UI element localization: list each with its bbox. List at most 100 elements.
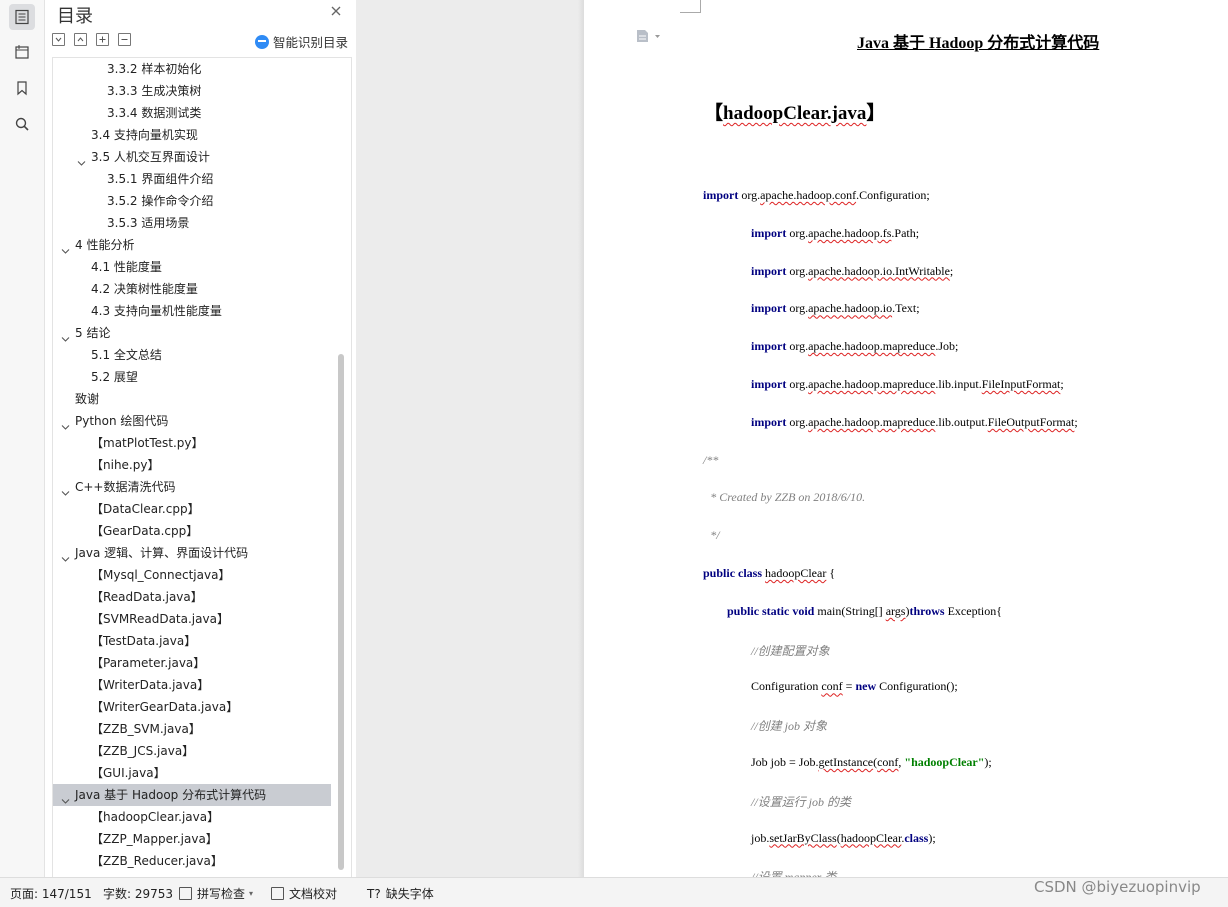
page-count[interactable]: 页面: 147/151 [10, 885, 92, 902]
toc-item-label: 3.4 支持向量机实现 [91, 128, 198, 142]
toc-item[interactable]: 4.3 支持向量机性能度量 [53, 300, 331, 322]
toc-item[interactable]: Python 绘图代码 [53, 410, 331, 432]
navigation-icon[interactable] [9, 39, 35, 65]
toc-item-label: 3.5 人机交互界面设计 [91, 150, 210, 164]
close-icon[interactable] [329, 3, 345, 19]
code-line: import org.apache.hadoop.fs.Path; [751, 226, 919, 241]
word-count[interactable]: 字数: 29753 [103, 885, 173, 902]
toc-item[interactable]: 【nihe.py】 [53, 454, 331, 476]
toc-item[interactable]: 【Parameter.java】 [53, 652, 331, 674]
toc-item[interactable]: 3.5.1 界面组件介绍 [53, 168, 331, 190]
toc-item[interactable]: 3.5 人机交互界面设计 [53, 146, 331, 168]
document-page: Java 基于 Hadoop 分布式计算代码 【hadoopClear.java… [584, 0, 1228, 877]
add-heading-icon[interactable] [96, 33, 109, 46]
toc-item[interactable]: 致谢 [53, 388, 331, 410]
spell-check-button[interactable]: 拼写检查 ▾ [179, 885, 253, 902]
collapse-all-icon[interactable] [74, 33, 87, 46]
toc-item[interactable]: 【ZZP_Mapper.java】 [53, 828, 331, 850]
toc-item[interactable]: Java 基于 Hadoop 分布式计算代码 [53, 784, 331, 806]
toc-item[interactable]: 【WriterGearData.java】 [53, 696, 331, 718]
toc-item[interactable]: C++数据清洗代码 [53, 476, 331, 498]
smart-toc-button[interactable]: 智能识别目录 [255, 32, 348, 51]
toc-scrollbar[interactable] [338, 354, 344, 870]
sidebar-rail [0, 0, 45, 877]
toc-item[interactable]: 【hadoopClear.java】 [53, 806, 331, 828]
code-token: new [855, 679, 877, 694]
code-token: ); [984, 755, 992, 769]
toc-item[interactable]: 4.2 决策树性能度量 [53, 278, 331, 300]
toc-item[interactable]: 【SVMReadData.java】 [53, 608, 331, 630]
code-token: "hadoopClear" [904, 755, 985, 769]
missing-font-icon: T? [367, 886, 381, 901]
code-token: org. [786, 301, 809, 316]
code-token: import [751, 301, 787, 316]
toc-item[interactable]: 【DataClear.cpp】 [53, 498, 331, 520]
document-icon[interactable] [636, 29, 662, 48]
chevron-down-icon[interactable] [61, 549, 70, 562]
toc-item-label: 3.3.4 数据测试类 [107, 106, 202, 120]
toc-item[interactable]: 3.5.2 操作命令介绍 [53, 190, 331, 212]
code-token: //创建 job 对象 [751, 719, 828, 734]
code-token: import [751, 225, 787, 240]
toc-item-label: 【ZZB_Reducer.java】 [91, 854, 223, 868]
chevron-down-icon[interactable] [61, 241, 70, 254]
toc-item-label: 3.3.2 样本初始化 [107, 62, 202, 76]
code-token: /** [703, 452, 719, 467]
toc-item[interactable]: 3.3.2 样本初始化 [53, 58, 331, 80]
code-token: conf [877, 755, 899, 769]
toc-item-label: 【ZZP_Mapper.java】 [91, 832, 218, 846]
chevron-down-icon[interactable] [61, 791, 70, 804]
file-heading-name: hadoopClear.java [723, 103, 867, 124]
toc-item[interactable]: 【matPlotTest.py】 [53, 432, 331, 454]
chevron-down-icon[interactable] [61, 417, 70, 430]
toc-item[interactable]: 【TestData.java】 [53, 630, 331, 652]
toc-item[interactable]: 【ZZB_SVM.java】 [53, 718, 331, 740]
chevron-down-icon[interactable] [61, 329, 70, 342]
code-token: { [826, 566, 836, 580]
code-token: .Job; [935, 339, 959, 354]
toc-item-label: 3.5.2 操作命令介绍 [107, 194, 214, 208]
toc-item-label: 致谢 [75, 392, 100, 406]
toc-item[interactable]: 3.3.4 数据测试类 [53, 102, 331, 124]
code-token: Configuration(); [876, 679, 958, 694]
toc-item[interactable]: 5 结论 [53, 322, 331, 344]
toc-item[interactable]: 4.1 性能度量 [53, 256, 331, 278]
smart-toc-label: 智能识别目录 [273, 35, 349, 50]
chevron-down-icon[interactable] [61, 483, 70, 496]
toc-item[interactable]: 5.1 全文总结 [53, 344, 331, 366]
code-token: org. [786, 414, 809, 429]
toc-item[interactable]: 【Mysql_Connectjava】 [53, 564, 331, 586]
code-token: args [885, 603, 906, 618]
toc-item[interactable]: 3.4 支持向量机实现 [53, 124, 331, 146]
toc-item[interactable]: 【GearData.cpp】 [53, 520, 331, 542]
chevron-down-icon: ▾ [249, 889, 254, 898]
toc-item[interactable]: 【GUI.java】 [53, 762, 331, 784]
bracket-close: 】 [866, 103, 886, 124]
toc-item[interactable]: Java 逻辑、计算、界面设计代码 [53, 542, 331, 564]
toc-item[interactable]: 3.3.3 生成决策树 [53, 80, 331, 102]
toc-item[interactable]: 5.2 展望 [53, 366, 331, 388]
chevron-down-icon[interactable] [77, 153, 86, 166]
code-token: FileOutputFormat [987, 414, 1075, 429]
toc-item[interactable]: 【ZZB_JCS.java】 [53, 740, 331, 762]
code-line: //创建 job 对象 [751, 717, 827, 734]
code-line: job.setJarByClass(hadoopClear.class); [751, 831, 936, 846]
proofread-button[interactable]: 文档校对 [271, 885, 337, 902]
toc-item[interactable]: 【WriterData.java】 [53, 674, 331, 696]
toc-item[interactable]: 【ReadData.java】 [53, 586, 331, 608]
toc-icon[interactable] [9, 4, 35, 30]
code-line: //设置运行 job 的类 [751, 793, 851, 810]
missing-font-button[interactable]: T? 缺失字体 [367, 885, 434, 902]
expand-all-icon[interactable] [52, 33, 65, 46]
toc-item[interactable]: 3.5.3 适用场景 [53, 212, 331, 234]
toc-item-label: 【hadoopClear.java】 [91, 810, 220, 824]
code-token: org. [738, 188, 761, 202]
toc-item-label: 5.2 展望 [91, 370, 138, 384]
search-icon[interactable] [9, 111, 35, 137]
toc-item[interactable]: 【ZZB_Reducer.java】 [53, 850, 331, 872]
bookmark-icon[interactable] [9, 75, 35, 101]
file-heading: 【hadoopClear.java】 [704, 98, 885, 125]
toc-item[interactable]: 4 性能分析 [53, 234, 331, 256]
code-token: ; [1060, 377, 1064, 391]
remove-heading-icon[interactable] [118, 33, 131, 46]
